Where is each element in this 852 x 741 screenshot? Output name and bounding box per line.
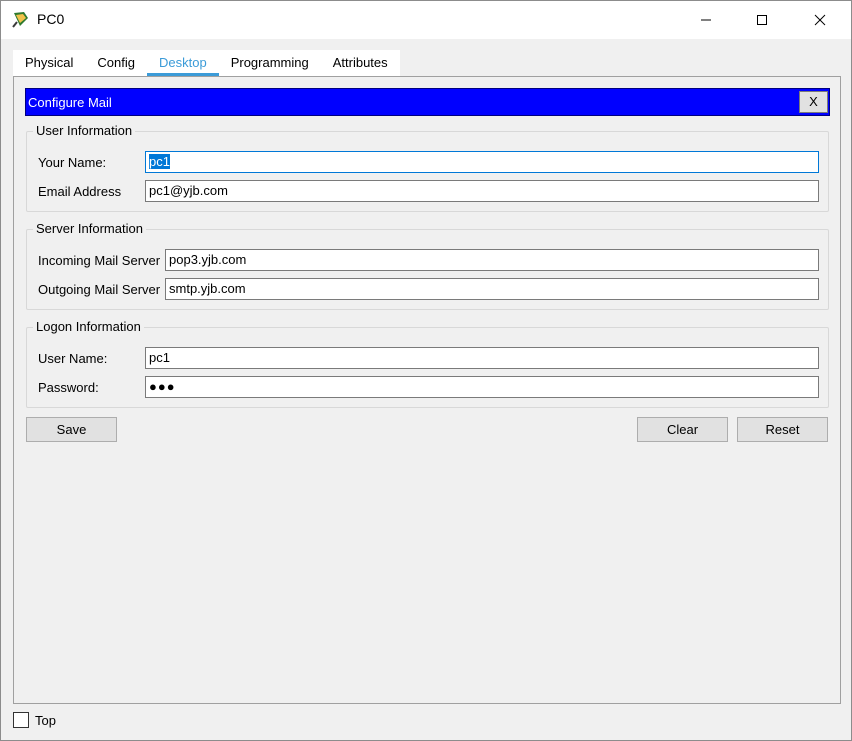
top-checkbox[interactable] xyxy=(13,712,29,728)
server-information-group: Server Information Incoming Mail Server … xyxy=(26,221,829,310)
tab-attributes[interactable]: Attributes xyxy=(321,50,400,76)
close-icon xyxy=(814,14,826,26)
your-name-value: pc1 xyxy=(149,154,170,169)
incoming-mail-server-input[interactable]: pop3.yjb.com xyxy=(165,249,819,271)
window-title: PC0 xyxy=(37,11,65,27)
app-window: PC0 Physical Config Desktop Programming … xyxy=(0,0,852,741)
password-input[interactable]: ●●● xyxy=(145,376,819,398)
your-name-input[interactable]: pc1 xyxy=(145,151,819,173)
save-button[interactable]: Save xyxy=(26,417,117,442)
close-window-button[interactable] xyxy=(797,1,843,39)
configure-mail-title: Configure Mail xyxy=(28,95,112,110)
outgoing-mail-server-label: Outgoing Mail Server xyxy=(38,282,161,297)
logon-information-legend: Logon Information xyxy=(33,319,144,334)
email-address-input[interactable]: pc1@yjb.com xyxy=(145,180,819,202)
user-name-input[interactable]: pc1 xyxy=(145,347,819,369)
maximize-icon xyxy=(757,15,767,25)
desktop-panel: Configure Mail X User Information Your N… xyxy=(13,76,841,704)
packet-tracer-pc-icon xyxy=(12,12,28,28)
tab-bar: Physical Config Desktop Programming Attr… xyxy=(13,50,400,76)
configure-mail-header: Configure Mail X xyxy=(25,88,830,116)
minimize-button[interactable] xyxy=(683,1,729,39)
logon-information-group: Logon Information User Name: pc1 Passwor… xyxy=(26,319,829,408)
reset-button[interactable]: Reset xyxy=(737,417,828,442)
tab-programming[interactable]: Programming xyxy=(219,50,321,76)
incoming-mail-server-label: Incoming Mail Server xyxy=(38,253,161,268)
clear-button[interactable]: Clear xyxy=(637,417,728,442)
email-address-label: Email Address xyxy=(38,184,122,199)
top-checkbox-label: Top xyxy=(35,713,56,728)
maximize-button[interactable] xyxy=(739,1,785,39)
user-name-label: User Name: xyxy=(38,351,108,366)
user-information-group: User Information Your Name: pc1 Email Ad… xyxy=(26,123,829,212)
server-information-legend: Server Information xyxy=(33,221,146,236)
tab-desktop[interactable]: Desktop xyxy=(147,50,219,76)
your-name-label: Your Name: xyxy=(38,155,107,170)
outgoing-mail-server-input[interactable]: smtp.yjb.com xyxy=(165,278,819,300)
close-mail-button[interactable]: X xyxy=(799,91,828,113)
user-information-legend: User Information xyxy=(33,123,136,138)
minimize-icon xyxy=(701,19,711,21)
tab-config[interactable]: Config xyxy=(85,50,147,76)
tab-physical[interactable]: Physical xyxy=(13,50,85,76)
password-label: Password: xyxy=(38,380,99,395)
title-bar[interactable]: PC0 xyxy=(1,1,851,39)
